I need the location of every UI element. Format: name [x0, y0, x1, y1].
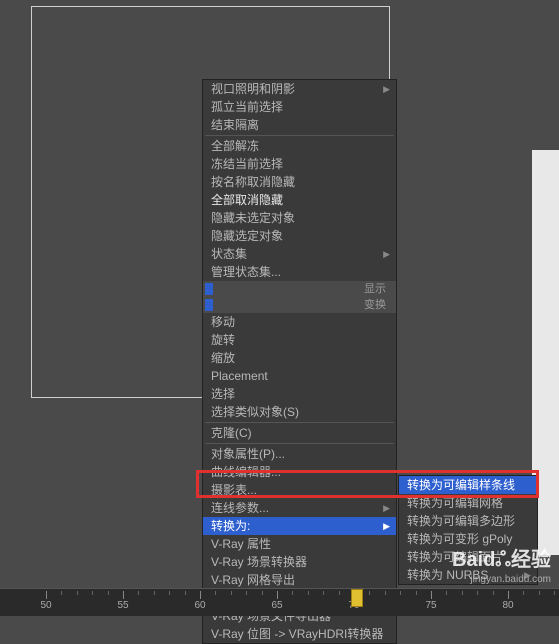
tick-minor: [369, 591, 370, 595]
tick-minor: [215, 591, 216, 595]
timeline[interactable]: 50556065707580: [0, 588, 559, 616]
tick-label: 75: [425, 600, 436, 611]
menu-item[interactable]: V-Ray 场景转换器: [203, 553, 396, 571]
menu-item[interactable]: 结束隔离: [203, 116, 396, 134]
menu-separator: [205, 135, 394, 136]
tick-minor: [554, 591, 555, 595]
menu-item[interactable]: 旋转: [203, 331, 396, 349]
menu-item[interactable]: 缩放: [203, 349, 396, 367]
submenu-item[interactable]: 转换为可编辑网格: [399, 494, 537, 512]
menu-item[interactable]: 管理状态集...: [203, 263, 396, 281]
tick-minor: [61, 591, 62, 595]
tick-minor: [154, 591, 155, 595]
tick-minor: [138, 591, 139, 595]
menu-item[interactable]: 选择类似对象(S): [203, 403, 396, 421]
menu-item[interactable]: 隐藏未选定对象: [203, 209, 396, 227]
watermark-url: jingyan.baidu.com: [452, 573, 551, 586]
tick-minor: [308, 591, 309, 595]
menu-section-header: 变换: [203, 297, 396, 313]
tick-minor: [400, 591, 401, 595]
tick-major: [123, 591, 124, 599]
menu-item[interactable]: 对象属性(P)...: [203, 445, 396, 463]
tick-minor: [262, 591, 263, 595]
menu-item[interactable]: 全部取消隐藏: [203, 191, 396, 209]
tick-minor: [539, 591, 540, 595]
tick-label: 50: [40, 600, 51, 611]
menu-item[interactable]: 移动: [203, 313, 396, 331]
tick-minor: [292, 591, 293, 595]
menu-separator: [205, 443, 394, 444]
menu-section-header: 显示: [203, 281, 396, 297]
tick-major: [508, 591, 509, 599]
menu-item[interactable]: 全部解冻: [203, 137, 396, 155]
tick-minor: [523, 591, 524, 595]
tick-minor: [477, 591, 478, 595]
tick-minor: [339, 591, 340, 595]
menu-separator: [205, 422, 394, 423]
submenu-item[interactable]: 转换为可编辑多边形: [399, 512, 537, 530]
menu-item[interactable]: 按名称取消隐藏: [203, 173, 396, 191]
menu-item[interactable]: 转换为:: [203, 517, 396, 535]
tick-minor: [385, 591, 386, 595]
tick-minor: [92, 591, 93, 595]
menu-item[interactable]: 状态集: [203, 245, 396, 263]
menu-item[interactable]: 克隆(C): [203, 424, 396, 442]
watermark: Baidஃ经验 jingyan.baidu.com: [452, 547, 551, 586]
tick-major: [46, 591, 47, 599]
context-menu: 视口照明和阴影孤立当前选择结束隔离全部解冻冻结当前选择按名称取消隐藏全部取消隐藏…: [202, 79, 397, 644]
tick-minor: [77, 591, 78, 595]
tick-minor: [446, 591, 447, 595]
tick-major: [200, 591, 201, 599]
menu-item[interactable]: 视口照明和阴影: [203, 80, 396, 98]
time-marker[interactable]: [351, 589, 363, 607]
menu-item[interactable]: 选择: [203, 385, 396, 403]
menu-item[interactable]: 连线参数...: [203, 499, 396, 517]
tick-minor: [416, 591, 417, 595]
tick-minor: [169, 591, 170, 595]
menu-item[interactable]: 冻结当前选择: [203, 155, 396, 173]
menu-item[interactable]: Placement: [203, 367, 396, 385]
submenu-item[interactable]: 转换为可变形 gPoly: [399, 530, 537, 548]
watermark-brand: Baidஃ经验: [452, 547, 551, 573]
submenu-item[interactable]: 转换为可编辑样条线: [399, 476, 537, 494]
tick-minor: [246, 591, 247, 595]
tick-major: [277, 591, 278, 599]
tick-major: [431, 591, 432, 599]
tick-minor: [462, 591, 463, 595]
menu-item[interactable]: V-Ray 网格导出: [203, 571, 396, 589]
tick-minor: [185, 591, 186, 595]
tick-minor: [231, 591, 232, 595]
menu-item[interactable]: 孤立当前选择: [203, 98, 396, 116]
menu-item[interactable]: 隐藏选定对象: [203, 227, 396, 245]
tick-minor: [108, 591, 109, 595]
tick-minor: [323, 591, 324, 595]
tick-label: 65: [271, 600, 282, 611]
menu-item[interactable]: 摄影表...: [203, 481, 396, 499]
tick-label: 60: [194, 600, 205, 611]
menu-item[interactable]: V-Ray 位图 -> VRayHDRI转换器: [203, 625, 396, 643]
tick-label: 80: [502, 600, 513, 611]
menu-item[interactable]: 曲线编辑器...: [203, 463, 396, 481]
tick-minor: [493, 591, 494, 595]
tick-label: 55: [117, 600, 128, 611]
menu-item[interactable]: V-Ray 属性: [203, 535, 396, 553]
